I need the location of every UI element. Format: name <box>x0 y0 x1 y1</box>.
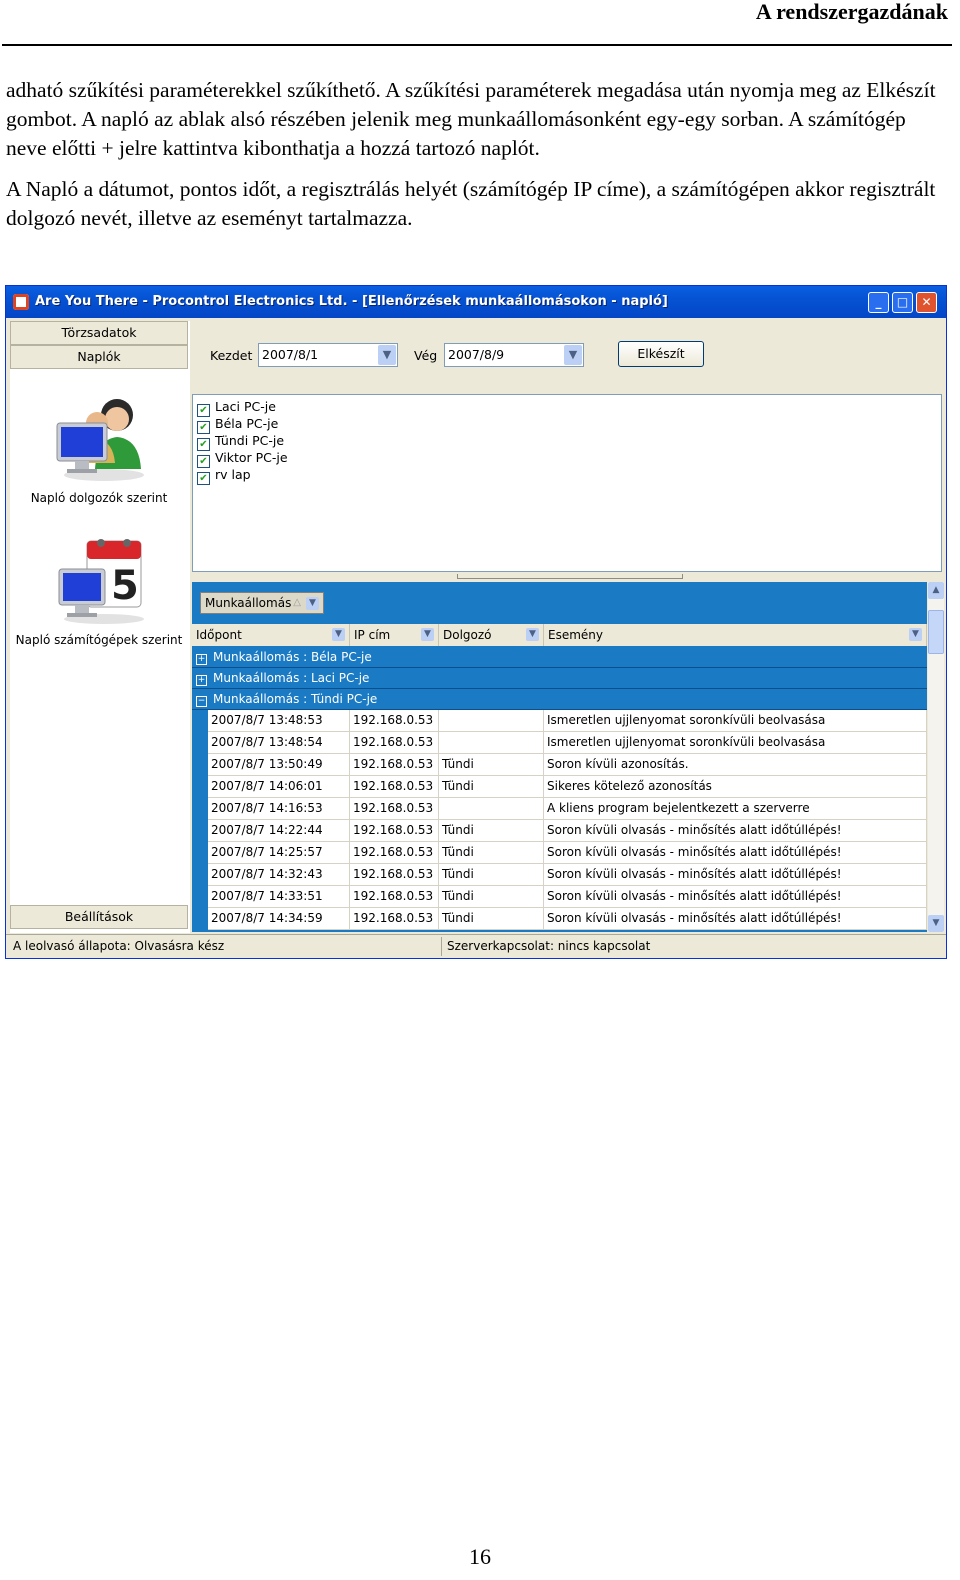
server-status: Szerverkapcsolat: nincs kapcsolat <box>447 939 651 953</box>
sidebar: Törzsadatok Naplók Napló dolgozók szerin… <box>10 321 190 933</box>
sort-asc-icon: △ <box>293 597 301 608</box>
computer-checkbox-item[interactable]: ✔ Tündi PC-je <box>197 432 285 451</box>
table-row[interactable]: 2007/8/7 14:34:59 192.168.0.53 Tündi Soron … <box>208 908 927 930</box>
splitter[interactable] <box>192 574 944 580</box>
vertical-scrollbar[interactable]: ▲ ▼ <box>928 582 944 932</box>
expand-plus-icon[interactable]: + <box>196 654 207 665</box>
title-bar[interactable]: Are You There - Procontrol Electronics L… <box>6 286 946 318</box>
chevron-down-icon[interactable]: ▼ <box>564 345 582 365</box>
scroll-up-icon[interactable]: ▲ <box>928 582 944 599</box>
table-row[interactable]: 2007/8/7 13:48:53 192.168.0.53 Ismeretlen … <box>208 710 927 732</box>
computer-checkbox-item[interactable]: ✔ rv lap <box>197 466 251 485</box>
computer-checkbox-item[interactable]: ✔ Viktor PC-je <box>197 449 288 468</box>
chevron-down-icon[interactable]: ▼ <box>421 628 434 641</box>
group-row[interactable]: − Munkaállomás : Tündi PC-je <box>192 689 927 710</box>
computer-label: Tündi PC-je <box>215 433 285 448</box>
group-by-label: Munkaállomás <box>205 596 292 610</box>
sidebar-item-log-by-employee[interactable]: Napló dolgozók szerint <box>10 391 188 505</box>
calendar-monitor-icon: 5 <box>49 533 149 625</box>
computer-label: rv lap <box>215 467 251 482</box>
group-row[interactable]: + Munkaállomás : Laci PC-je <box>192 668 927 689</box>
chevron-down-icon[interactable]: ▼ <box>332 628 345 641</box>
column-header-idopont[interactable]: Időpont ▼ <box>192 624 350 646</box>
page-header: A rendszergazdának <box>755 0 948 24</box>
group-by-box[interactable]: Munkaállomás △ ▼ <box>200 592 324 614</box>
app-icon <box>13 294 29 310</box>
column-header-ip[interactable]: IP cím ▼ <box>350 624 439 646</box>
column-header-esemeny[interactable]: Esemény ▼ <box>544 624 927 646</box>
table-row[interactable]: 2007/8/7 14:25:57 192.168.0.53 Tündi Soron … <box>208 842 927 864</box>
nav-beallitasok[interactable]: Beállítások <box>10 905 188 929</box>
nav-naplok[interactable]: Naplók <box>10 345 188 369</box>
computer-checkbox-item[interactable]: ✔ Laci PC-je <box>197 398 276 417</box>
close-button[interactable]: ✕ <box>916 292 937 313</box>
table-row[interactable]: 2007/8/7 14:06:01 192.168.0.53 Tündi Sikere… <box>208 776 927 798</box>
status-bar: A leolvasó állapota: Olvasásra kész Szer… <box>6 934 946 958</box>
table-row[interactable]: 2007/8/7 14:33:51 192.168.0.53 Tündi Soron … <box>208 886 927 908</box>
checkbox-checked-icon[interactable]: ✔ <box>197 472 210 485</box>
table-row[interactable]: 2007/8/7 13:50:49 192.168.0.53 Tündi Soron … <box>208 754 927 776</box>
computer-checklist: ✔ Laci PC-je ✔ Béla PC-je ✔ Tündi PC-je ✔ Vi… <box>192 394 942 572</box>
splitter-grip[interactable] <box>457 574 683 579</box>
log-grid: Munkaállomás △ ▼ Időpont ▼ IP cím ▼ Dolgoz… <box>192 582 927 932</box>
scroll-down-icon[interactable]: ▼ <box>928 915 944 932</box>
elkeszit-button[interactable]: Elkészít <box>618 341 704 367</box>
computer-label: Laci PC-je <box>215 399 276 414</box>
maximize-button[interactable]: □ <box>892 292 913 313</box>
start-date-combo[interactable]: 2007/8/1 ▼ <box>258 343 398 367</box>
end-date-label: Vég <box>414 348 438 363</box>
table-row[interactable]: 2007/8/7 14:22:44 192.168.0.53 Tündi Soron … <box>208 820 927 842</box>
reader-status: A leolvasó állapota: Olvasásra kész <box>10 937 442 956</box>
page-number: 16 <box>469 1544 491 1569</box>
nav-torzsadatok[interactable]: Törzsadatok <box>10 321 188 345</box>
scroll-thumb[interactable] <box>928 610 944 654</box>
computer-checkbox-item[interactable]: ✔ Béla PC-je <box>197 415 279 434</box>
group-row[interactable]: + Munkaállomás : Béla PC-je <box>192 647 927 668</box>
calendar-digit: 5 <box>111 563 139 609</box>
sidebar-item-label: Napló számítógépek szerint <box>15 633 183 647</box>
app-window: Are You There - Procontrol Electronics L… <box>5 285 947 959</box>
start-date-value: 2007/8/1 <box>262 347 319 362</box>
start-date-label: Kezdet <box>210 348 253 363</box>
table-row[interactable]: 2007/8/7 14:32:43 192.168.0.53 Tündi Soron … <box>208 864 927 886</box>
users-monitor-icon <box>49 391 149 483</box>
table-row[interactable]: 2007/8/7 13:48:54 192.168.0.53 Ismeretlen … <box>208 732 927 754</box>
computer-label: Viktor PC-je <box>215 450 288 465</box>
table-row[interactable]: 2007/8/7 14:16:53 192.168.0.53 A kliens pr… <box>208 798 927 820</box>
computer-label: Béla PC-je <box>215 416 279 431</box>
minimize-button[interactable]: _ <box>868 292 889 313</box>
grid-header: Időpont ▼ IP cím ▼ Dolgozó ▼ Esemény ▼ <box>192 624 927 646</box>
chevron-down-icon[interactable]: ▼ <box>378 345 396 365</box>
paragraph-2: A Napló a dátumot, pontos időt, a regisz… <box>6 177 936 230</box>
chevron-down-icon[interactable]: ▼ <box>306 597 319 610</box>
window-title: Are You There - Procontrol Electronics L… <box>35 294 668 309</box>
sidebar-item-label: Napló dolgozók szerint <box>30 491 168 505</box>
header-rule <box>2 44 952 46</box>
sidebar-item-log-by-computer[interactable]: 5 Napló számítógépek szerint <box>10 533 188 647</box>
chevron-down-icon[interactable]: ▼ <box>909 628 922 641</box>
end-date-value: 2007/8/9 <box>448 347 505 362</box>
chevron-down-icon[interactable]: ▼ <box>526 628 539 641</box>
paragraph-1: adható szűkítési paraméterekkel szűkíthe… <box>6 78 936 160</box>
filter-toolbar: Kezdet 2007/8/1 ▼ Vég 2007/8/9 ▼ Elkészí… <box>192 321 944 391</box>
expand-plus-icon[interactable]: + <box>196 675 207 686</box>
collapse-minus-icon[interactable]: − <box>196 696 207 707</box>
end-date-combo[interactable]: 2007/8/9 ▼ <box>444 343 584 367</box>
column-header-dolgozo[interactable]: Dolgozó ▼ <box>439 624 544 646</box>
